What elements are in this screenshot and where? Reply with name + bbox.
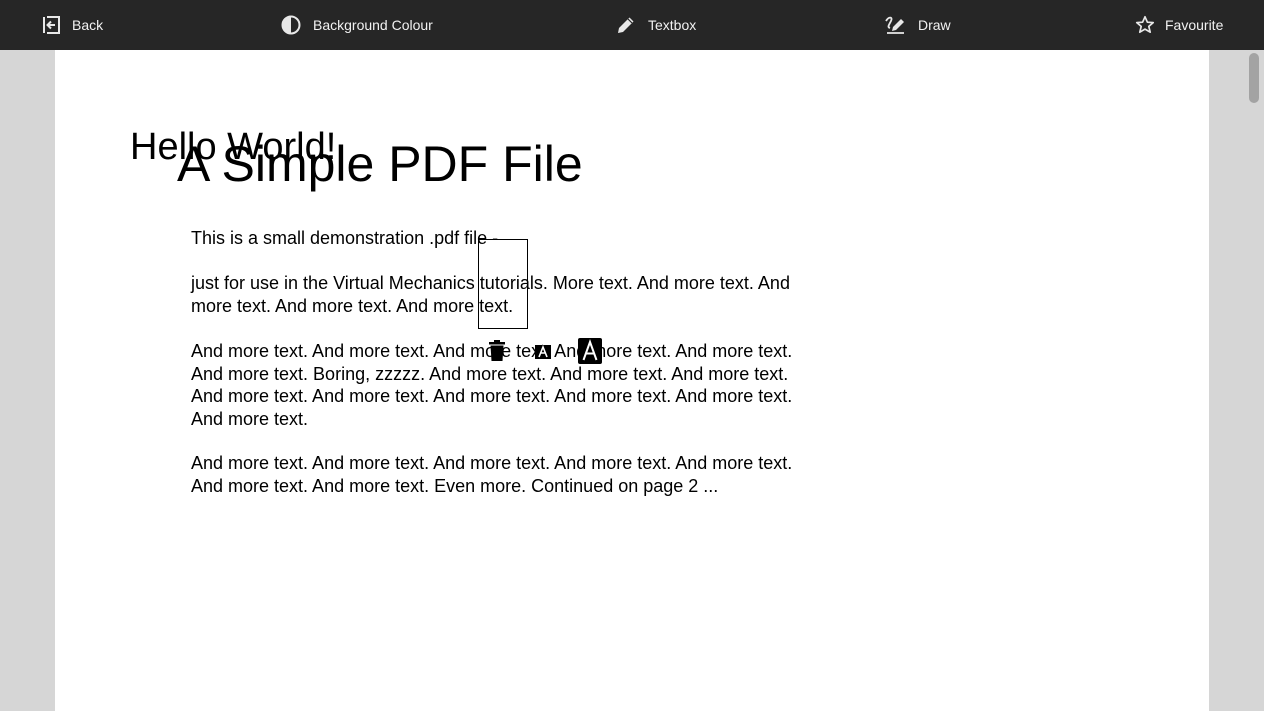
back-label: Back	[72, 17, 104, 33]
back-icon	[42, 15, 62, 35]
pencil-icon	[616, 15, 636, 35]
paragraph-4: And more text. And more text. And more t…	[191, 453, 793, 496]
text-annotation[interactable]: Hello World!	[130, 126, 336, 168]
draw-label: Draw	[918, 17, 951, 33]
background-colour-button[interactable]: Background Colour	[281, 0, 433, 50]
scrollbar-thumb[interactable]	[1249, 53, 1259, 103]
document-viewer: A Simple PDF File Hello World! This is a…	[0, 50, 1264, 711]
pdf-page[interactable]: A Simple PDF File Hello World! This is a…	[55, 50, 1209, 711]
textbox-label: Textbox	[648, 17, 697, 33]
favourite-button[interactable]: Favourite	[1135, 0, 1223, 50]
vertical-scrollbar[interactable]	[1246, 50, 1264, 711]
top-toolbar: Back Background Colour Textbox Draw Favo…	[0, 0, 1264, 50]
textbox-button[interactable]: Textbox	[616, 0, 696, 50]
textbox-annotation[interactable]	[478, 239, 528, 329]
trash-icon[interactable]	[488, 340, 506, 367]
draw-button[interactable]: Draw	[884, 0, 951, 50]
draw-pen-icon	[884, 15, 906, 35]
font-size-increase-icon[interactable]	[578, 338, 602, 369]
star-outline-icon	[1135, 15, 1155, 35]
favourite-label: Favourite	[1165, 17, 1224, 33]
back-button[interactable]: Back	[42, 0, 103, 50]
font-size-decrease-icon[interactable]	[535, 344, 551, 364]
contrast-circle-icon	[281, 15, 301, 35]
background-colour-label: Background Colour	[313, 17, 433, 33]
